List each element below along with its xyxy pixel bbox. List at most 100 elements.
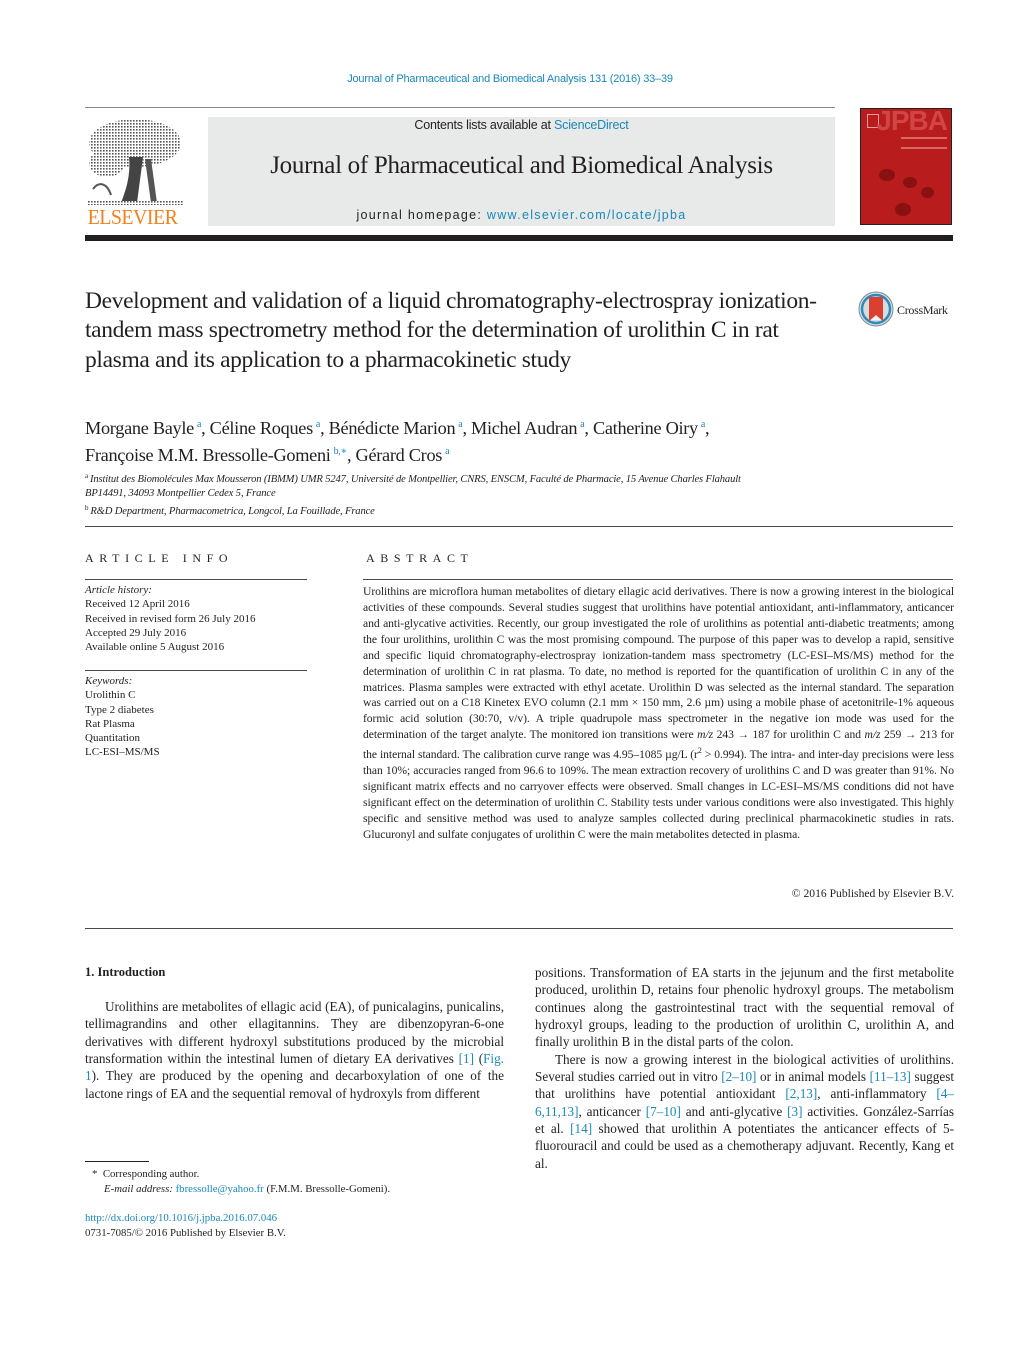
affiliation-a-cont: BP14491, 34093 Montpellier Cedex 5, Fran… [85, 488, 276, 499]
keyword-item: Quantitation [85, 732, 140, 745]
author: Céline Roques a, [210, 418, 329, 438]
keyword-item: LC-ESI–MS/MS [85, 746, 160, 759]
cover-graphic [921, 187, 934, 198]
journal-homepage-link[interactable]: www.elsevier.com/locate/jpba [487, 208, 687, 222]
text-run: and anti-glycative [680, 1103, 788, 1119]
article-history-label: Article history: [85, 584, 152, 596]
journal-cover-thumbnail[interactable]: JPBA [860, 108, 952, 225]
keyword-item: Type 2 diabetes [85, 703, 154, 716]
affiliations: a Institut des Biomolécules Max Mousseron… [85, 469, 945, 519]
contents-prefix: Contents lists available at [414, 118, 555, 132]
author-name: Michel Audran [470, 418, 578, 438]
cover-graphic [903, 177, 917, 188]
cover-graphic [895, 203, 911, 216]
homepage-prefix: journal homepage: [356, 208, 487, 222]
paragraph: Urolithins are metabolites of ellagic ac… [85, 998, 504, 1102]
section-divider [85, 526, 953, 527]
citation-link[interactable]: [1] [459, 1051, 474, 1066]
author-name: Françoise M.M. Bressolle-Gomeni [85, 445, 331, 465]
abstract-copyright: © 2016 Published by Elsevier B.V. [791, 887, 954, 900]
citation-link[interactable]: [14] [570, 1121, 592, 1136]
footnote-email-line: E-mail address: fbressolle@yahoo.fr (F.M… [92, 1182, 512, 1197]
author-name: Morgane Bayle [85, 418, 194, 438]
author: Gérard Cros a [356, 445, 450, 465]
paragraph-continued: positions. Transformation of EA starts i… [535, 965, 954, 1050]
paragraph: There is now a growing interest in the b… [535, 1051, 954, 1172]
footnote-line: * Corresponding author. [92, 1167, 512, 1182]
article-info-heading: ARTICLE INFO [85, 551, 234, 565]
email-label: E-mail address: [104, 1183, 173, 1195]
author-separator: , [347, 445, 356, 465]
elsevier-logo[interactable]: ELSEVIER [85, 117, 185, 229]
cover-subtitle-lines [901, 137, 947, 149]
author-name: Catherine Oiry [592, 418, 698, 438]
history-item: Accepted 29 July 2016 [85, 626, 187, 639]
email-owner: (F.M.M. Bressolle-Gomeni). [263, 1183, 391, 1195]
corresponding-label: Corresponding author. [102, 1168, 200, 1180]
keywords: Keywords: Urolithin C Type 2 diabetes Ra… [85, 674, 315, 760]
text-run: showed that urolithin A potentiates the … [535, 1121, 954, 1171]
author: Michel Audran a, [471, 418, 593, 438]
author-separator: , [320, 418, 329, 438]
author: Bénédicte Marion a, [329, 418, 471, 438]
text-run: Urolithins are metabolites of ellagic ac… [85, 999, 504, 1067]
journal-title: Journal of Pharmaceutical and Biomedical… [270, 152, 773, 179]
article-info-divider [85, 579, 307, 580]
author: Françoise M.M. Bressolle-Gomeni b,∗, [85, 445, 356, 465]
affiliation-a: a Institut des Biomolécules Max Mousseron… [85, 469, 945, 487]
section-divider [85, 928, 953, 929]
mz-symbol: m/z [864, 728, 881, 742]
history-item: Received 12 April 2016 [85, 598, 190, 611]
citation-link[interactable]: [7–10] [646, 1104, 681, 1119]
affiliation-mark: a [85, 472, 88, 480]
author-name: Céline Roques [209, 418, 314, 438]
doi-link[interactable]: http://dx.doi.org/10.1016/j.jpba.2016.07… [85, 1212, 277, 1224]
corresponding-author-footnote: * Corresponding author. E-mail address: … [92, 1167, 512, 1197]
text-run: , anticancer [578, 1103, 646, 1119]
issn-copyright: 0731-7085/© 2016 Published by Elsevier B… [85, 1227, 286, 1239]
body-column-left: Urolithins are metabolites of ellagic ac… [85, 998, 504, 1102]
author-separator: , [584, 418, 593, 438]
keyword-item: Rat Plasma [85, 717, 135, 730]
affiliation-mark: b [85, 504, 89, 512]
author-name: Gérard Cros [355, 445, 443, 465]
doi-block: http://dx.doi.org/10.1016/j.jpba.2016.07… [85, 1211, 505, 1241]
header-thick-divider [85, 235, 953, 241]
body-column-right: positions. Transformation of EA starts i… [535, 964, 954, 1172]
elsevier-wordmark: ELSEVIER [87, 205, 178, 229]
author-affiliation-mark[interactable]: a [445, 446, 449, 457]
author-separator: , [462, 418, 471, 438]
author-name: Bénédicte Marion [328, 418, 456, 438]
citation-link[interactable]: [2,13] [785, 1086, 817, 1101]
cover-graphic [879, 169, 895, 181]
author: Morgane Bayle a, [85, 418, 210, 438]
affiliation-text: R&D Department, Pharmacometrica, Longcol… [90, 506, 375, 517]
citation-link[interactable]: [11–13] [870, 1069, 911, 1084]
keywords-divider [85, 670, 307, 671]
abstract-divider [363, 579, 953, 580]
footnote-star: * [92, 1168, 98, 1180]
abstract-part: Urolithins are microflora human metaboli… [363, 585, 954, 742]
elsevier-tree-icon [87, 119, 183, 205]
article-title: Development and validation of a liquid c… [85, 288, 817, 373]
crossmark-button[interactable]: CrossMark [858, 291, 958, 329]
contents-available-line: Contents lists available at ScienceDirec… [208, 118, 835, 132]
footnote-divider [85, 1161, 149, 1162]
affiliation-b: b R&D Department, Pharmacometrica, Longco… [85, 501, 945, 519]
text-run: ( [473, 1051, 484, 1067]
abstract-heading: ABSTRACT [366, 551, 474, 565]
journal-masthead: Contents lists available at ScienceDirec… [208, 117, 835, 226]
citation-link[interactable]: [2–10] [721, 1069, 756, 1084]
text-run: or in animal models [756, 1069, 870, 1085]
abstract-part: > 0.994). The intra- and inter-day preci… [363, 748, 955, 841]
author-list: Morgane Bayle a, Céline Roques a, Bénédict… [85, 413, 945, 467]
author: Catherine Oiry a, [592, 418, 710, 438]
affiliation-text: Institut des Biomolécules Max Mousseron … [89, 474, 741, 485]
email-link[interactable]: fbressolle@yahoo.fr [176, 1183, 264, 1195]
sciencedirect-link[interactable]: ScienceDirect [554, 118, 629, 132]
running-head-citation[interactable]: Journal of Pharmaceutical and Biomedical… [0, 73, 1020, 85]
cover-title: JPBA [876, 108, 948, 136]
citation-link[interactable]: [3] [787, 1104, 802, 1119]
author-separator: , [705, 418, 710, 438]
author-affiliation-mark[interactable]: b,∗ [334, 446, 348, 457]
